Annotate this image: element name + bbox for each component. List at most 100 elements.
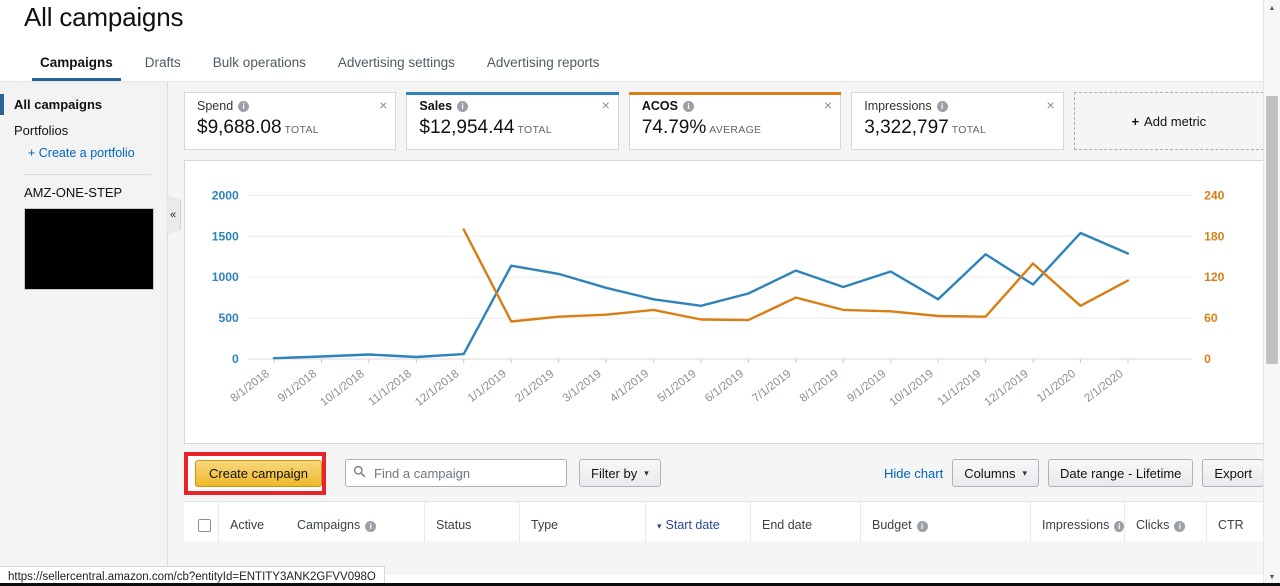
svg-text:10/1/2019: 10/1/2019 (888, 368, 936, 409)
column-header-active[interactable]: Active (218, 502, 286, 542)
column-header-campaigns[interactable]: Campaigns i (286, 502, 424, 542)
metric-suffix-sales: TOTAL (517, 124, 552, 136)
info-icon[interactable]: i (365, 521, 377, 532)
svg-text:7/1/2019: 7/1/2019 (750, 368, 793, 405)
metric-name-spend: Spend (197, 99, 234, 113)
info-icon[interactable]: i (682, 100, 694, 112)
tab-advertising-reports[interactable]: Advertising reports (471, 55, 616, 81)
info-icon[interactable]: i (238, 100, 250, 112)
export-button[interactable]: Export (1202, 459, 1264, 487)
sidebar: All campaigns Portfolios + Create a port… (0, 82, 181, 575)
page-title: All campaigns (24, 2, 184, 32)
svg-text:1500: 1500 (212, 229, 239, 243)
column-header-ctr[interactable]: CTR (1206, 502, 1250, 542)
column-label: End date (762, 518, 813, 532)
svg-text:120: 120 (1204, 270, 1225, 284)
info-icon[interactable]: i (916, 521, 928, 532)
body-wrapper: All campaigns Portfolios + Create a port… (0, 82, 1280, 575)
toolbar-right-group: Hide chart Columns ▾ Date range - Lifeti… (884, 459, 1264, 487)
info-icon[interactable]: i (1114, 521, 1124, 532)
filter-by-button[interactable]: Filter by ▾ (579, 459, 661, 487)
chart-x-axis-labels: 8/1/2018 9/1/2018 10/1/2018 11/1/2018 12/1/2… (229, 368, 1126, 409)
portfolio-thumbnail (24, 208, 154, 290)
sort-descending-icon: ▾ (657, 521, 662, 531)
columns-label: Columns (964, 465, 1016, 481)
campaigns-table-header: Active Campaigns i Status Type ▾ Start d… (184, 501, 1264, 542)
add-metric-label: Add metric (1144, 113, 1207, 129)
create-portfolio-link[interactable]: + Create a portfolio (0, 142, 167, 164)
chart-gridlines (247, 194, 1192, 360)
scrollbar-thumb[interactable] (1266, 96, 1278, 364)
metric-name-sales: Sales (419, 99, 453, 113)
tab-advertising-settings[interactable]: Advertising settings (322, 55, 471, 81)
svg-text:6/1/2019: 6/1/2019 (703, 368, 746, 405)
metric-accent-bar (406, 92, 619, 95)
svg-text:8/1/2018: 8/1/2018 (229, 368, 272, 405)
svg-text:11/1/2019: 11/1/2019 (936, 368, 984, 408)
info-icon[interactable]: i (457, 100, 469, 112)
hide-chart-link[interactable]: Hide chart (884, 466, 943, 481)
svg-text:9/1/2019: 9/1/2019 (845, 368, 888, 405)
date-range-button[interactable]: Date range - Lifetime (1048, 459, 1194, 487)
sidebar-portfolio-name[interactable]: AMZ-ONE-STEP (0, 183, 167, 204)
metric-value-spend: $9,688.08 (197, 117, 282, 138)
metric-suffix-acos: AVERAGE (709, 124, 762, 136)
column-label: Impressions (1042, 518, 1110, 532)
tab-drafts[interactable]: Drafts (129, 55, 197, 81)
info-icon[interactable]: i (1174, 521, 1186, 532)
chevron-down-icon: ▾ (644, 467, 649, 478)
svg-text:2/1/2019: 2/1/2019 (513, 368, 556, 405)
metric-suffix-spend: TOTAL (284, 124, 319, 136)
svg-text:500: 500 (218, 311, 239, 325)
metric-card-spend[interactable]: Spend i × $9,688.08 TOTAL (184, 92, 397, 150)
scroll-up-icon[interactable]: ▲ (1264, 0, 1280, 17)
column-header-clicks[interactable]: Clicks i (1124, 502, 1206, 542)
column-label: Clicks (1136, 518, 1170, 532)
close-icon[interactable]: × (1046, 98, 1054, 112)
page-scrollbar[interactable]: ▲ ▼ (1263, 0, 1280, 586)
add-metric-button[interactable]: + Add metric (1073, 92, 1265, 150)
columns-button[interactable]: Columns ▾ (952, 459, 1040, 487)
svg-text:4/1/2019: 4/1/2019 (608, 368, 651, 405)
svg-text:180: 180 (1204, 229, 1225, 243)
metric-card-sales[interactable]: Sales i × $12,954.44 TOTAL (406, 92, 619, 150)
info-icon[interactable]: i (936, 100, 948, 112)
svg-text:1/1/2019: 1/1/2019 (466, 368, 509, 405)
metric-suffix-impressions: TOTAL (951, 124, 987, 136)
column-label: Campaigns (297, 518, 361, 532)
column-label: Start date (665, 518, 720, 532)
svg-text:3/1/2019: 3/1/2019 (561, 368, 604, 405)
tab-bar: Campaigns Drafts Bulk operations Adverti… (0, 43, 1280, 81)
create-campaign-button[interactable]: Create campaign (195, 459, 322, 487)
column-header-budget[interactable]: Budget i (860, 502, 1030, 542)
metric-card-acos[interactable]: ACOS i × 74.79% AVERAGE (628, 92, 842, 150)
select-all-checkbox[interactable] (184, 502, 218, 542)
sidebar-collapse-icon[interactable]: « (166, 195, 181, 235)
column-header-type[interactable]: Type (519, 502, 645, 542)
metric-value-acos: 74.79% (641, 117, 707, 138)
close-icon[interactable]: × (602, 98, 610, 112)
close-icon[interactable]: × (379, 98, 387, 112)
svg-text:0: 0 (1204, 352, 1211, 366)
metric-name-acos: ACOS (641, 99, 678, 113)
column-header-status[interactable]: Status (424, 502, 519, 542)
svg-text:2000: 2000 (212, 188, 239, 202)
performance-chart[interactable]: 0 500 1000 1500 2000 0 60 120 180 240 8/1/2018 9/… (184, 160, 1264, 444)
chart-svg: 0500100015002000 060120180240 8/1/2018 9/… (212, 188, 1225, 409)
svg-text:9/1/2018: 9/1/2018 (276, 368, 319, 405)
metric-card-impressions[interactable]: Impressions i × 3,322,797 TOTAL (851, 92, 1064, 150)
svg-text:12/1/2018: 12/1/2018 (413, 368, 461, 409)
column-header-end-date[interactable]: End date (750, 502, 860, 542)
column-label: CTR (1218, 518, 1244, 532)
close-icon[interactable]: × (824, 98, 832, 112)
tab-campaigns[interactable]: Campaigns (24, 55, 129, 81)
chart-x-ticks (273, 359, 1129, 363)
tab-bulk-operations[interactable]: Bulk operations (197, 55, 322, 81)
search-input[interactable] (345, 459, 567, 487)
column-header-start-date[interactable]: ▾ Start date (645, 502, 750, 542)
chevron-down-icon: ▾ (1022, 467, 1028, 478)
plus-icon: + (1131, 113, 1140, 129)
column-header-impressions[interactable]: Impressions i (1030, 502, 1124, 542)
sidebar-item-all-campaigns[interactable]: All campaigns (0, 92, 167, 117)
chart-left-axis-labels: 0 500 1000 1500 2000 (212, 188, 239, 366)
